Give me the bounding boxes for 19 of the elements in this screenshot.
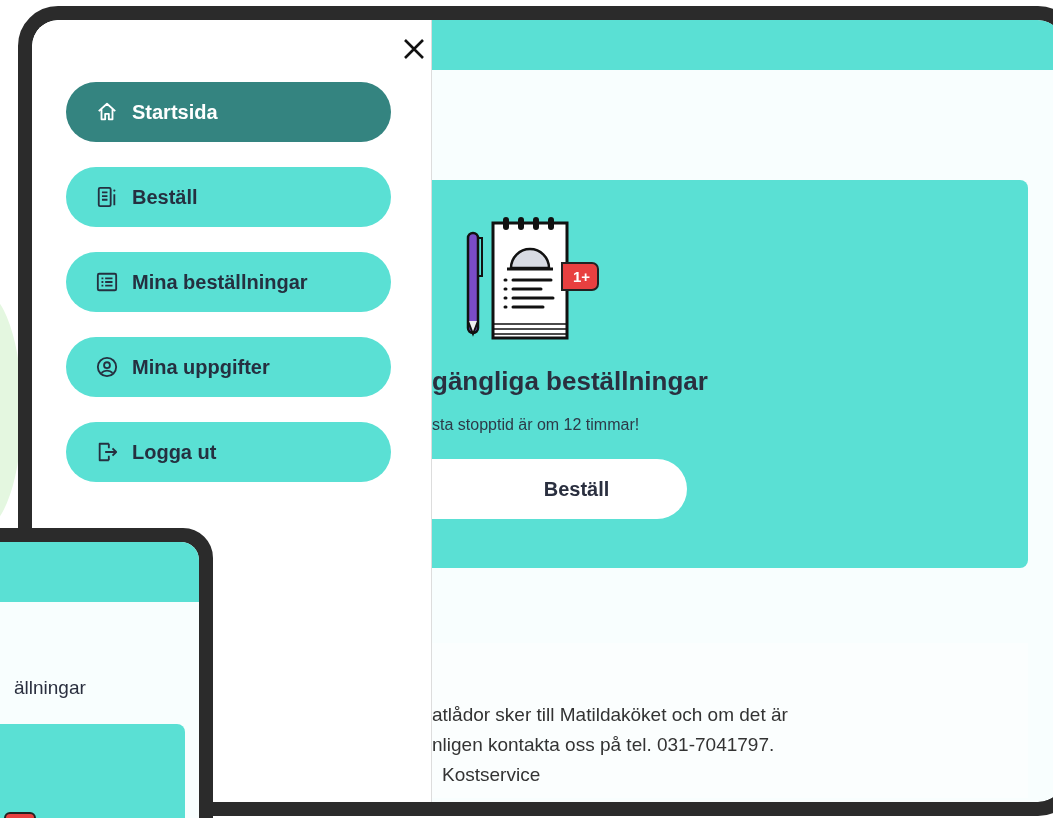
card-title: gängliga beställningar <box>432 366 709 398</box>
menu-item[interactable]: Logga ut <box>66 422 391 482</box>
list-icon <box>96 271 118 293</box>
menu-item[interactable]: Startsida <box>66 82 391 142</box>
logout-icon <box>96 441 118 463</box>
menu-item[interactable]: Mina beställningar <box>66 252 391 312</box>
menu-item[interactable]: Mina uppgifter <box>66 337 391 397</box>
order-button[interactable]: Beställ <box>432 459 687 520</box>
user-icon <box>96 356 118 378</box>
document-icon <box>96 186 118 208</box>
home-icon <box>96 101 118 123</box>
section-heading: ällningar <box>14 676 87 700</box>
info-text: atlådor sker till Matildaköket och om det är <box>432 703 789 727</box>
menu-item[interactable]: Beställ <box>66 167 391 227</box>
stop-time-text: sta stopptid är om 12 timmar! <box>432 415 641 436</box>
count-badge: 1+ <box>561 262 600 291</box>
info-text: Kostservice <box>441 763 542 787</box>
info-text: nligen kontakta oss på tel. 031-7041797. <box>432 733 776 757</box>
close-icon[interactable] <box>402 36 426 60</box>
